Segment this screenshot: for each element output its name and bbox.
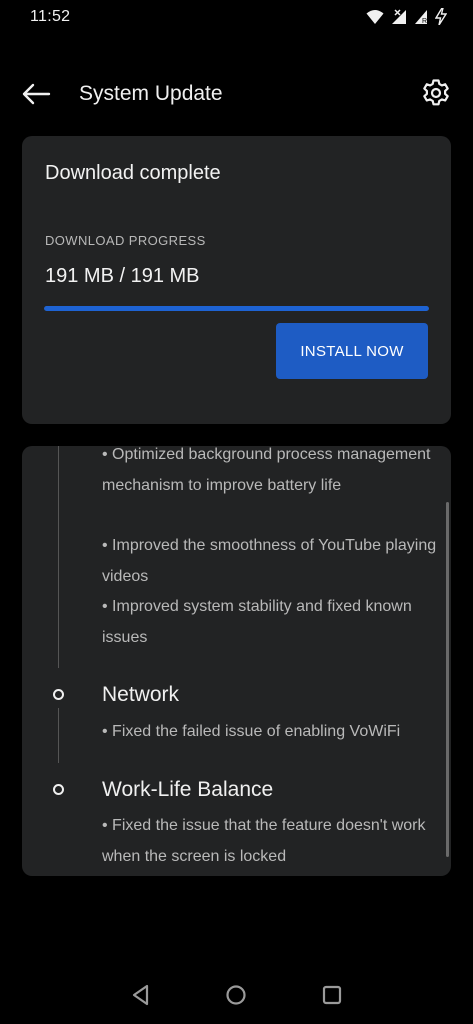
charging-icon (435, 8, 447, 25)
signal-icon (391, 8, 407, 25)
arrow-left-icon (22, 83, 51, 105)
progress-bar-fill (44, 306, 429, 311)
install-now-button[interactable]: INSTALL NOW (276, 323, 428, 379)
section-title-work-life-balance: Work-Life Balance (102, 778, 274, 801)
progress-value: 191 MB / 191 MB (45, 265, 200, 287)
changelog-bullet: • Fixed the issue that the feature doesn… (102, 817, 426, 865)
changelog-bullet: • Fixed the failed issue of enabling VoW… (102, 723, 401, 740)
gear-icon (423, 79, 449, 106)
status-time: 11:52 (30, 8, 71, 25)
timeline-line (58, 708, 59, 763)
svg-text:R: R (422, 18, 427, 25)
changelog-card[interactable]: • Optimized background process managemen… (22, 446, 451, 876)
changelog-bullet: • Improved system stability and fixed kn… (102, 598, 412, 646)
changelog-bullet: • Optimized background process managemen… (102, 446, 431, 494)
home-circle-icon (226, 985, 246, 1005)
status-icons: R (366, 8, 447, 25)
app-bar: System Update (0, 70, 473, 118)
back-triangle-icon (132, 984, 149, 1006)
download-status: Download complete (45, 162, 221, 184)
section-dot-icon (53, 784, 64, 795)
nav-recents-button[interactable] (319, 982, 345, 1008)
progress-label: DOWNLOAD PROGRESS (45, 233, 206, 248)
progress-bar (44, 306, 429, 311)
back-button[interactable] (20, 80, 56, 108)
nav-back-button[interactable] (128, 982, 154, 1008)
recents-square-icon (322, 985, 342, 1005)
wifi-icon (366, 9, 384, 25)
timeline-line (58, 446, 59, 668)
status-bar: 11:52 R (0, 0, 473, 36)
nav-home-button[interactable] (223, 982, 249, 1008)
page-title: System Update (79, 82, 223, 105)
changelog-bullet: • Improved the smoothness of YouTube pla… (102, 537, 437, 585)
settings-button[interactable] (421, 78, 451, 108)
section-dot-icon (53, 689, 64, 700)
section-title-network: Network (102, 683, 180, 706)
no-sim-icon: R (414, 9, 428, 25)
scrollbar[interactable] (446, 502, 449, 857)
navigation-bar (0, 970, 473, 1020)
download-card: Download complete DOWNLOAD PROGRESS 191 … (22, 136, 451, 424)
